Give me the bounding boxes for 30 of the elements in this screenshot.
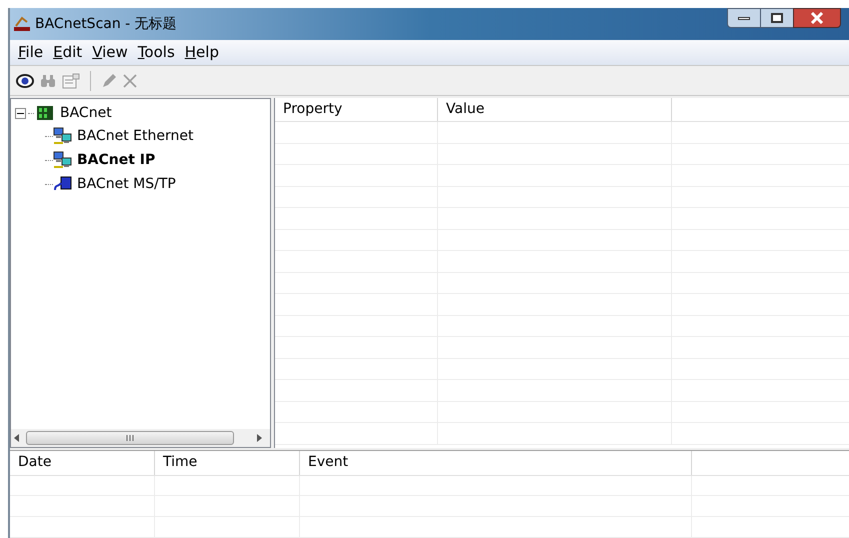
collapse-toggle[interactable] — [15, 108, 26, 118]
computers-icon — [53, 151, 73, 169]
grip-icon — [126, 435, 134, 441]
computers-icon — [53, 127, 73, 145]
horizontal-scrollbar[interactable] — [11, 429, 270, 447]
tree-item[interactable]: BACnet — [60, 102, 112, 124]
column-header[interactable]: Time — [155, 451, 300, 475]
column-header[interactable]: Event — [300, 451, 692, 475]
device-icon — [53, 175, 73, 193]
scroll-left-icon[interactable] — [14, 434, 20, 442]
minimize-button[interactable] — [727, 8, 761, 28]
tree-item[interactable]: BACnet MS/TP — [77, 174, 176, 194]
scroll-right-icon[interactable] — [257, 434, 263, 442]
menu-item[interactable]: Edit — [51, 41, 84, 64]
tree-item[interactable]: BACnet Ethernet — [77, 126, 194, 146]
menu-item[interactable]: File — [16, 41, 46, 64]
eye-icon[interactable] — [16, 72, 34, 88]
close-button[interactable] — [793, 8, 841, 28]
column-header[interactable]: Value — [438, 98, 672, 121]
menu-item[interactable]: Help — [182, 41, 221, 64]
menu-item[interactable]: Tools — [136, 41, 177, 64]
app-icon — [13, 16, 31, 32]
tree-item[interactable]: BACnet IP — [77, 150, 156, 170]
close-icon — [810, 12, 824, 24]
menu-item[interactable]: View — [90, 41, 130, 64]
column-header[interactable]: Property — [275, 98, 438, 121]
window-title: BACnetScan - 无标题 — [35, 14, 177, 34]
building-icon — [36, 105, 54, 121]
column-header[interactable]: Date — [10, 451, 155, 475]
maximize-button[interactable] — [761, 8, 793, 28]
